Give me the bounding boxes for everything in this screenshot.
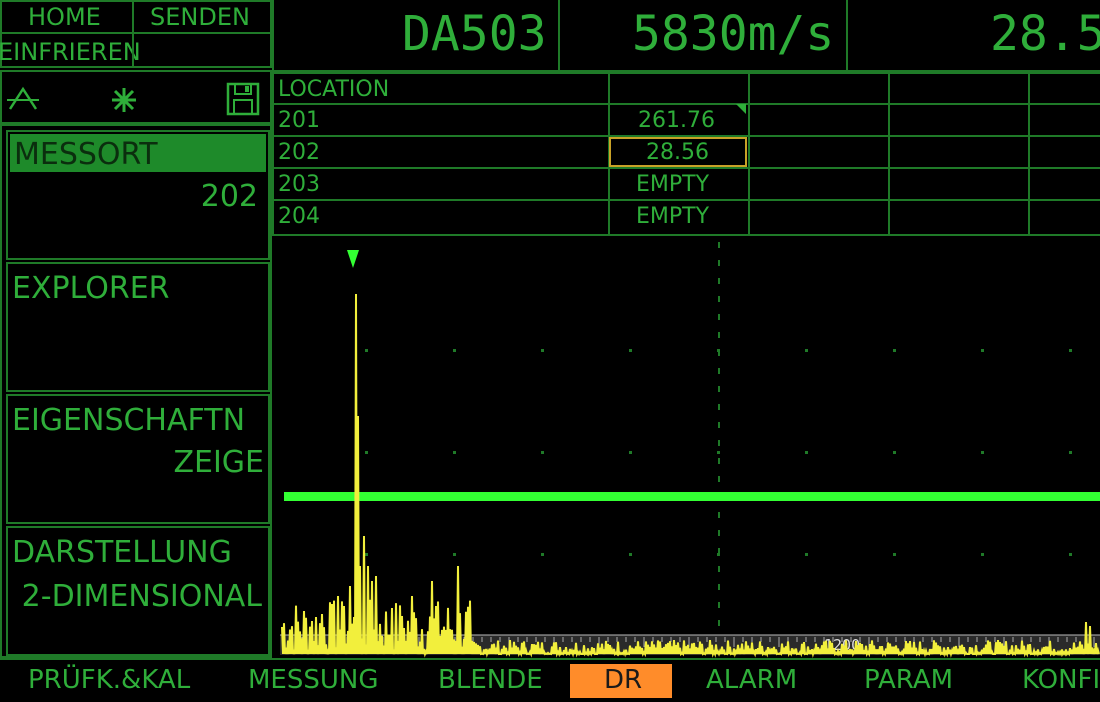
table-row-location[interactable]: 204 <box>278 206 320 228</box>
table-row-divider-3 <box>272 167 1100 169</box>
tab-param[interactable]: PARAM <box>864 667 953 693</box>
side-item-messort[interactable]: MESSORT 202 <box>6 130 270 260</box>
velocity-readout: 5830m/s <box>632 6 835 62</box>
probe-readout: DA503 <box>402 6 547 62</box>
table-row-value[interactable]: 261.76 <box>638 110 715 132</box>
table-row-divider-1 <box>272 103 1100 105</box>
side-item-darstellung[interactable]: DARSTELLUNG 2-DIMENSIONAL <box>6 526 270 656</box>
tab-blende[interactable]: BLENDE <box>438 667 543 693</box>
grid-dots <box>365 349 1072 556</box>
side-item-explorer[interactable]: EXPLORER <box>6 262 270 392</box>
messort-value: 202 <box>200 179 258 214</box>
send-button[interactable]: SENDEN <box>132 0 272 34</box>
tab-pruefk-kal[interactable]: PRÜFK.&KAL <box>28 667 190 693</box>
thickness-readout: 28.56 <box>990 6 1100 62</box>
darstellung-title: DARSTELLUNG <box>12 535 232 570</box>
table-header-location: LOCATION <box>278 77 390 102</box>
freeze-label: EINFRIEREN <box>0 38 141 66</box>
flash-icon[interactable] <box>110 86 138 114</box>
table-row-value[interactable]: EMPTY <box>636 174 709 196</box>
tab-konfig[interactable]: KONFIG <box>1022 667 1100 693</box>
explorer-title: EXPLORER <box>12 271 170 306</box>
signal-trace <box>281 293 1100 658</box>
table-row-value[interactable]: EMPTY <box>636 206 709 228</box>
eigenschaften-value: ZEIGE <box>173 445 264 480</box>
cell-marker-icon <box>736 104 746 114</box>
gate-bar <box>284 492 1100 501</box>
table-row-location[interactable]: 202 <box>278 142 320 164</box>
freeze-button[interactable]: EINFRIEREN <box>0 32 141 68</box>
darstellung-value: 2-DIMENSIONAL <box>21 579 262 614</box>
messort-title: MESSORT <box>14 137 158 172</box>
table-row-divider-4 <box>272 199 1100 201</box>
header-divider-2 <box>846 0 848 70</box>
tab-messung[interactable]: MESSUNG <box>248 667 379 693</box>
side-item-eigenschaften[interactable]: EIGENSCHAFTN ZEIGE <box>6 394 270 524</box>
tab-alarm[interactable]: ALARM <box>706 667 797 693</box>
home-button[interactable]: HOME <box>0 0 134 34</box>
save-icon[interactable] <box>226 82 260 116</box>
top-empty-box <box>132 32 272 68</box>
peak-icon[interactable] <box>6 86 40 110</box>
ascan-plot: 1200 <box>280 242 1100 658</box>
tab-dr[interactable]: DR <box>604 667 642 693</box>
home-label: HOME <box>28 3 101 31</box>
table-col-divider-2 <box>748 72 750 234</box>
send-label: SENDEN <box>150 3 250 31</box>
header-divider-1 <box>558 0 560 70</box>
table-col-divider-3 <box>888 72 890 234</box>
table-col-divider-4 <box>1028 72 1030 234</box>
trigger-marker-icon <box>347 250 359 268</box>
table-row-location[interactable]: 203 <box>278 174 320 196</box>
ascan-display[interactable]: 1200 <box>272 236 1100 658</box>
table-row-location[interactable]: 201 <box>278 110 320 132</box>
table-row-value[interactable]: 28.56 <box>646 142 709 164</box>
eigenschaften-title: EIGENSCHAFTN <box>12 403 246 438</box>
